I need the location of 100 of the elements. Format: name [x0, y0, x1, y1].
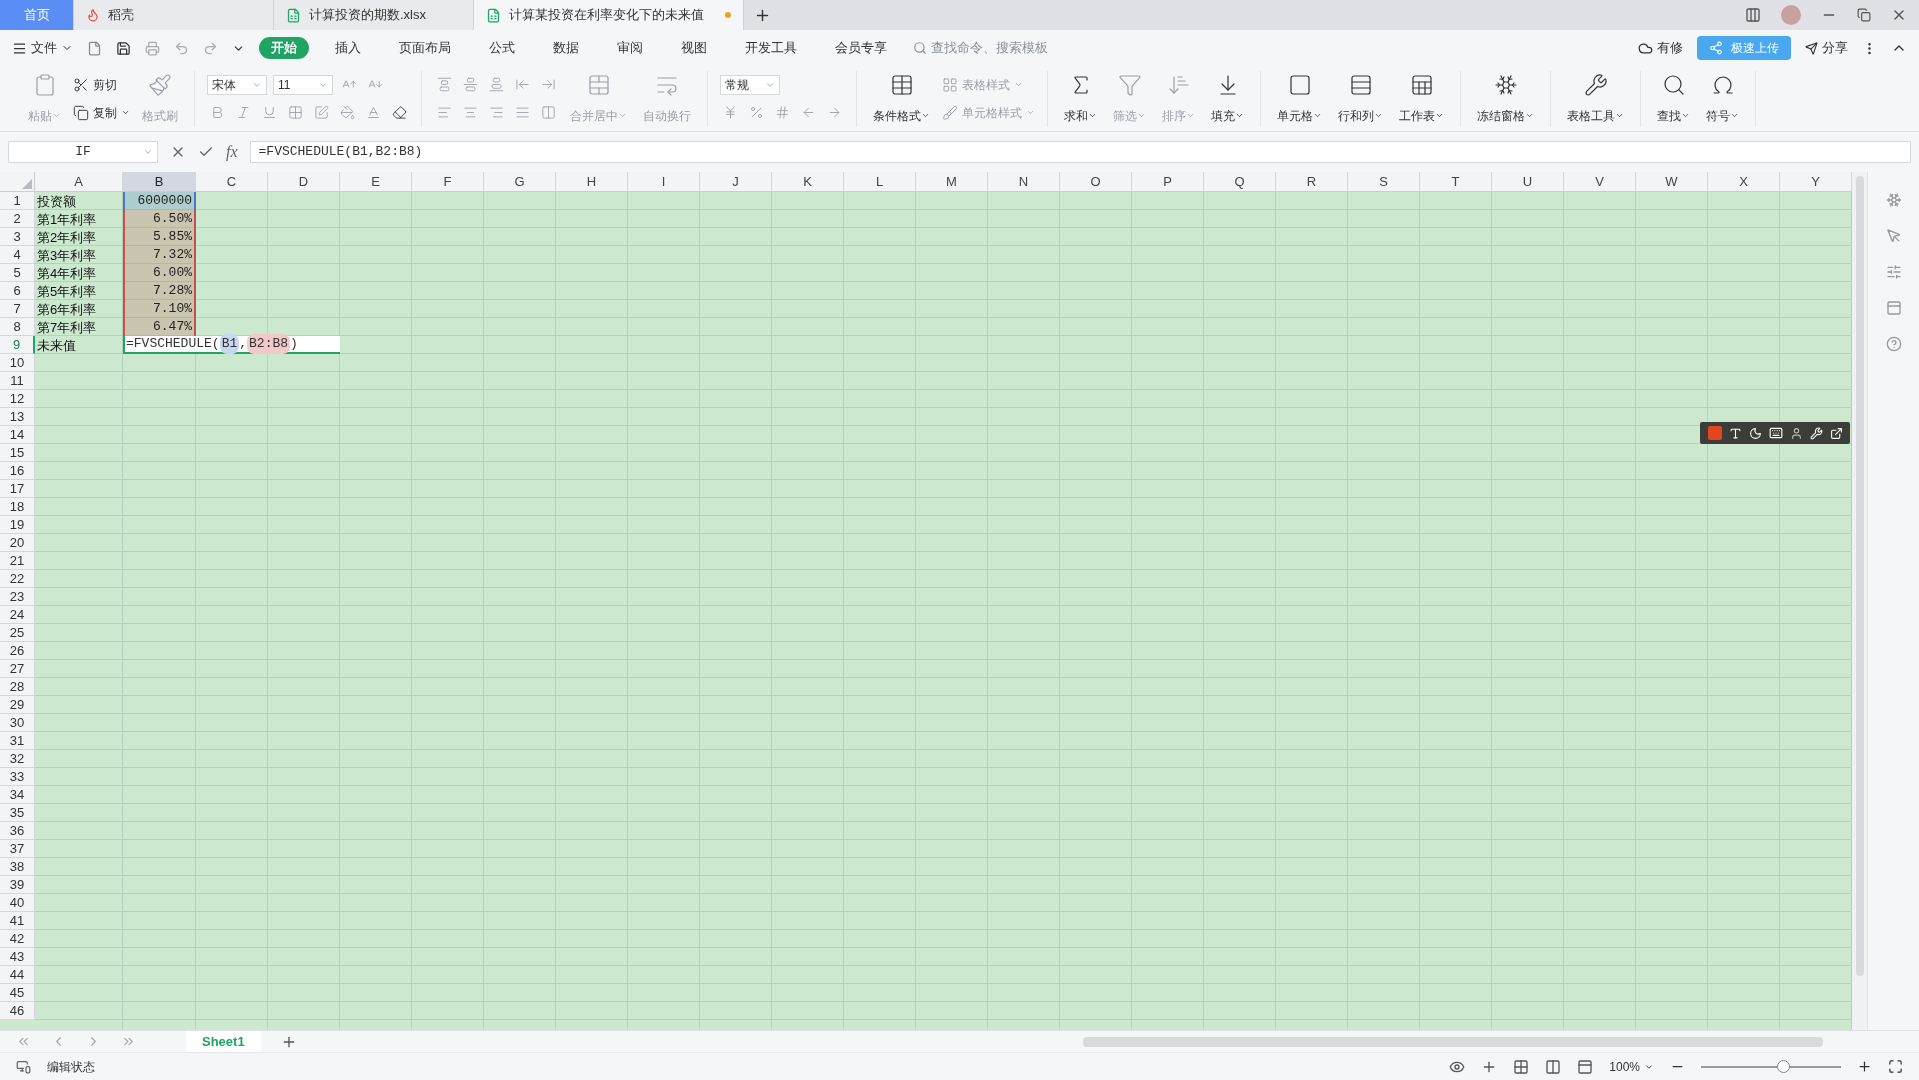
- column-header[interactable]: D: [268, 172, 340, 191]
- row-header[interactable]: 23: [0, 588, 35, 606]
- ribbon-tab[interactable]: 公式: [477, 37, 527, 59]
- row-header[interactable]: 8: [0, 318, 35, 336]
- row-header[interactable]: 35: [0, 804, 35, 822]
- row-header[interactable]: 20: [0, 534, 35, 552]
- column-header[interactable]: X: [1708, 172, 1780, 191]
- row-header[interactable]: 27: [0, 660, 35, 678]
- column-header[interactable]: R: [1276, 172, 1348, 191]
- row-header[interactable]: 2: [0, 210, 35, 228]
- row-header[interactable]: 4: [0, 246, 35, 264]
- ribbon-tab[interactable]: 开发工具: [733, 37, 809, 59]
- ribbon-button[interactable]: 工作表: [1395, 72, 1448, 125]
- column-header[interactable]: F: [412, 172, 484, 191]
- row-header[interactable]: 37: [0, 840, 35, 858]
- row-header[interactable]: 11: [0, 372, 35, 390]
- column-header[interactable]: U: [1492, 172, 1564, 191]
- row-header[interactable]: 1: [0, 192, 35, 210]
- row-header[interactable]: 33: [0, 768, 35, 786]
- document-tab[interactable]: 计算投资的期数.xlsx: [274, 0, 474, 30]
- row-header[interactable]: 29: [0, 696, 35, 714]
- zoom-dropdown[interactable]: 100%: [1609, 1057, 1654, 1076]
- column-header[interactable]: H: [556, 172, 628, 191]
- column-header[interactable]: I: [628, 172, 700, 191]
- row-header[interactable]: 16: [0, 462, 35, 480]
- file-menu[interactable]: 文件: [12, 38, 73, 58]
- ribbon-button[interactable]: 表格工具: [1563, 72, 1628, 125]
- ribbon-button[interactable]: 复制: [73, 101, 130, 124]
- ribbon-button[interactable]: 填充: [1207, 72, 1248, 125]
- row-header[interactable]: 13: [0, 408, 35, 426]
- formula-field[interactable]: =FVSCHEDULE(B1,B2:B8): [249, 141, 1911, 163]
- column-header[interactable]: W: [1636, 172, 1708, 191]
- row-header[interactable]: 44: [0, 966, 35, 984]
- command-search-field[interactable]: 查找命令、搜索模板: [913, 38, 1091, 58]
- ribbon-button[interactable]: 单元格: [1273, 72, 1326, 125]
- row-header[interactable]: 42: [0, 930, 35, 948]
- row-header[interactable]: 43: [0, 948, 35, 966]
- row-header[interactable]: 15: [0, 444, 35, 462]
- ribbon-tab[interactable]: 视图: [669, 37, 719, 59]
- row-header[interactable]: 18: [0, 498, 35, 516]
- column-header[interactable]: V: [1564, 172, 1636, 191]
- column-header[interactable]: K: [772, 172, 844, 191]
- dropdown-field[interactable]: 11: [273, 74, 333, 95]
- column-header[interactable]: E: [340, 172, 412, 191]
- ribbon-button[interactable]: 符号: [1702, 72, 1743, 125]
- row-header[interactable]: 22: [0, 570, 35, 588]
- row-header[interactable]: 30: [0, 714, 35, 732]
- column-header[interactable]: N: [988, 172, 1060, 191]
- row-header[interactable]: 19: [0, 516, 35, 534]
- dropdown-field[interactable]: 常规: [720, 74, 780, 95]
- row-header[interactable]: 36: [0, 822, 35, 840]
- row-header[interactable]: 5: [0, 264, 35, 282]
- name-box[interactable]: IF: [8, 141, 158, 163]
- row-header[interactable]: 38: [0, 858, 35, 876]
- share-button[interactable]: 分享: [1805, 38, 1848, 58]
- ribbon-tab[interactable]: 会员专享: [823, 37, 899, 59]
- row-header[interactable]: 7: [0, 300, 35, 318]
- row-header[interactable]: 46: [0, 1002, 35, 1020]
- row-header[interactable]: 6: [0, 282, 35, 300]
- column-header[interactable]: C: [196, 172, 268, 191]
- row-header[interactable]: 9: [0, 336, 35, 354]
- save-status[interactable]: 有修: [1638, 38, 1683, 58]
- ribbon-button[interactable]: 冻结窗格: [1473, 72, 1538, 125]
- row-header[interactable]: 3: [0, 228, 35, 246]
- dropdown-field[interactable]: 宋体: [207, 74, 267, 95]
- column-header[interactable]: J: [700, 172, 772, 191]
- row-header[interactable]: 40: [0, 894, 35, 912]
- ribbon-tab[interactable]: 页面布局: [387, 37, 463, 59]
- row-header[interactable]: 45: [0, 984, 35, 1002]
- ribbon-button[interactable]: 查找: [1653, 72, 1694, 125]
- column-header[interactable]: S: [1348, 172, 1420, 191]
- ribbon-tab[interactable]: 数据: [541, 37, 591, 59]
- row-header[interactable]: 14: [0, 426, 35, 444]
- ribbon-button[interactable]: 条件格式: [869, 72, 934, 125]
- row-header[interactable]: 12: [0, 390, 35, 408]
- document-tab[interactable]: 计算某投资在利率变化下的未来值: [474, 0, 744, 30]
- row-header[interactable]: 34: [0, 786, 35, 804]
- ribbon-tab[interactable]: 审阅: [605, 37, 655, 59]
- column-header[interactable]: O: [1060, 172, 1132, 191]
- row-header[interactable]: 28: [0, 678, 35, 696]
- row-header[interactable]: 24: [0, 606, 35, 624]
- ribbon-button[interactable]: 剪切: [73, 73, 117, 96]
- ribbon-button[interactable]: 行和列: [1334, 72, 1387, 125]
- row-header[interactable]: 31: [0, 732, 35, 750]
- row-header[interactable]: 26: [0, 642, 35, 660]
- column-header[interactable]: P: [1132, 172, 1204, 191]
- column-header[interactable]: Q: [1204, 172, 1276, 191]
- row-header[interactable]: 39: [0, 876, 35, 894]
- cell-editor[interactable]: =FVSCHEDULE(B1,B2:B8): [123, 336, 340, 354]
- row-header[interactable]: 21: [0, 552, 35, 570]
- column-header[interactable]: L: [844, 172, 916, 191]
- ribbon-tab[interactable]: 插入: [323, 37, 373, 59]
- document-tab[interactable]: 稻壳: [74, 0, 274, 30]
- row-header[interactable]: 32: [0, 750, 35, 768]
- column-header[interactable]: T: [1420, 172, 1492, 191]
- column-header[interactable]: M: [916, 172, 988, 191]
- column-header[interactable]: G: [484, 172, 556, 191]
- function-icon[interactable]: fx: [226, 140, 238, 164]
- row-header[interactable]: 17: [0, 480, 35, 498]
- row-header[interactable]: 25: [0, 624, 35, 642]
